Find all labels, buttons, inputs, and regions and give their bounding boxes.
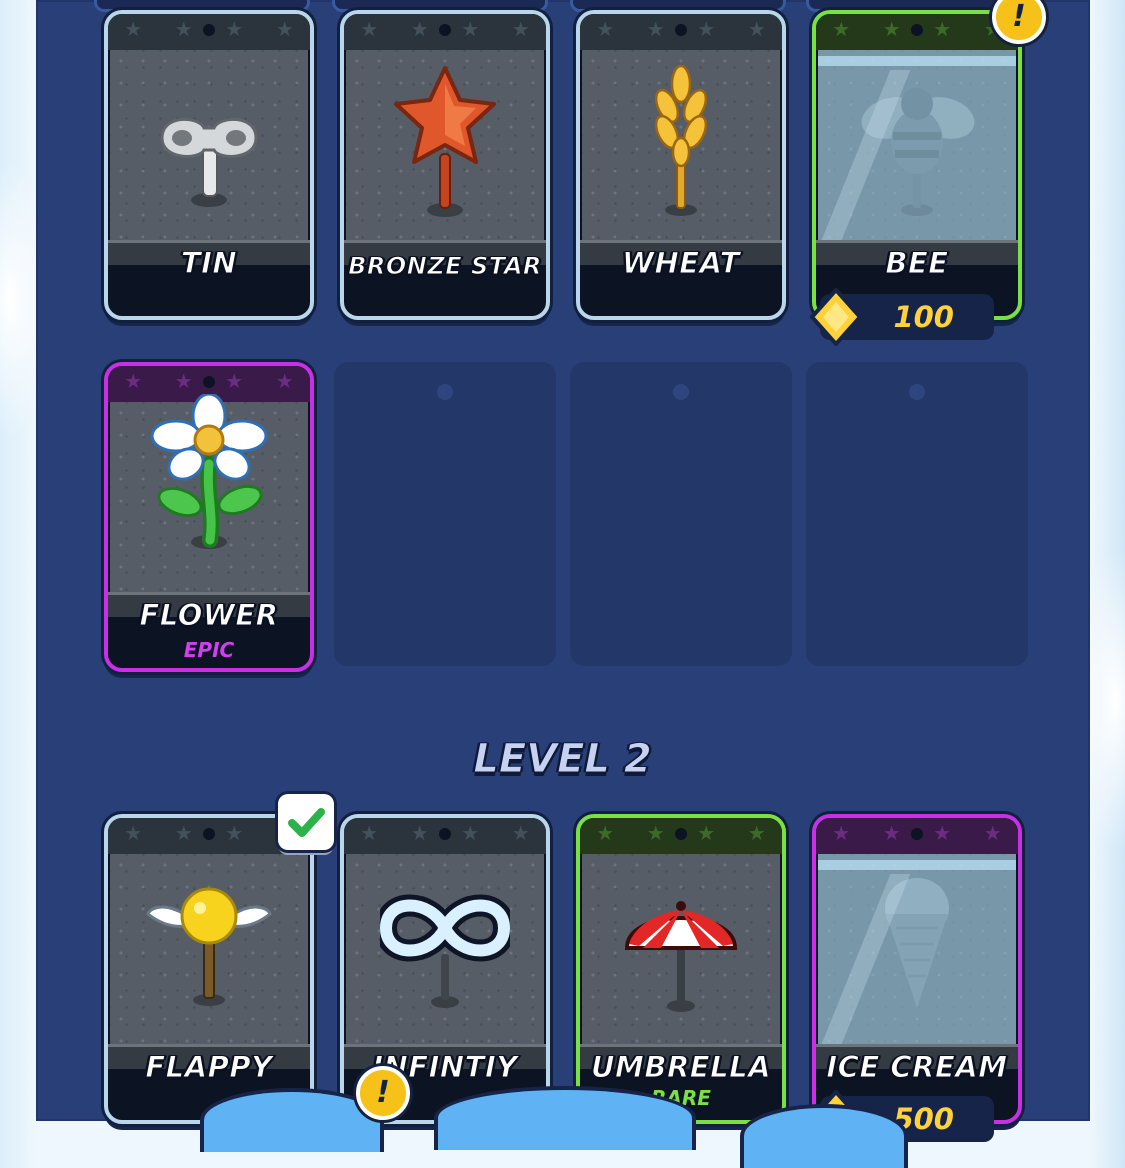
card-name: BRONZE STAR: [348, 252, 542, 281]
coin-icon: [810, 288, 862, 346]
card-hole: [675, 24, 687, 36]
card-hole: [203, 828, 215, 840]
card-name: BEE: [885, 246, 949, 281]
umbrella-icon: [624, 901, 738, 1012]
level-heading: LEVEL 2: [473, 736, 652, 783]
selected-check-badge: [278, 794, 334, 850]
card-hole: [911, 24, 923, 36]
card-flower[interactable]: ★ ★ ★ ★ FLOWER EPIC: [104, 362, 314, 672]
locked-glass-cover: [818, 50, 1016, 260]
card-name: TIN: [180, 246, 238, 281]
card-hole: [911, 828, 923, 840]
card-name: ICE CREAM: [826, 1050, 1008, 1085]
card-bronze-star[interactable]: ★ ★ ★ ★ BRONZE STAR: [340, 10, 550, 320]
checkmark-icon: [288, 808, 325, 837]
card-ice-cream[interactable]: ★ ★ ★ ★ ICE CREAM: [812, 814, 1022, 1124]
card-name: FLOWER: [139, 598, 279, 633]
flower-icon: [150, 394, 268, 549]
slot-pin: [437, 384, 453, 400]
slot-pin: [673, 384, 689, 400]
card-flappy[interactable]: ★★★★ FLAPPY: [104, 814, 314, 1124]
card-name: WHEAT: [621, 246, 741, 281]
card-hole: [203, 24, 215, 36]
card-hole: [203, 376, 215, 388]
card-name: UMBRELLA: [590, 1050, 772, 1085]
wheat-icon: [654, 64, 708, 216]
bottom-nav-button[interactable]: [434, 1086, 696, 1150]
bronze-star-icon: [394, 66, 496, 217]
tin-key-icon: [160, 117, 258, 207]
card-wheat[interactable]: ★ ★ ★ ★ WHEAT: [576, 10, 786, 320]
card-bee[interactable]: ★ ★ ★ ★ BEE: [812, 10, 1022, 320]
price-value: 100: [893, 300, 954, 334]
card-hole: [439, 24, 451, 36]
locked-glass-cover: [818, 854, 1016, 1064]
empty-card-slot: [570, 362, 792, 666]
empty-card-slot: [334, 362, 556, 666]
empty-card-slot: [806, 362, 1028, 666]
flappy-ball-icon: [146, 887, 272, 1006]
alert-badge: !: [356, 1066, 410, 1120]
card-umbrella[interactable]: ★ ★ ★ ★ UMBRELLA RARE: [576, 814, 786, 1124]
bottom-nav-button[interactable]: [740, 1104, 908, 1168]
unlock-price-button[interactable]: 100: [810, 288, 994, 346]
rarity-label: EPIC: [183, 638, 235, 662]
card-name: FLAPPY: [145, 1050, 273, 1085]
card-tin[interactable]: ★ ★ ★ ★ TIN: [104, 10, 314, 320]
card-hole: [439, 828, 451, 840]
infinity-icon: [380, 894, 510, 1008]
card-hole: [675, 828, 687, 840]
slot-pin: [909, 384, 925, 400]
